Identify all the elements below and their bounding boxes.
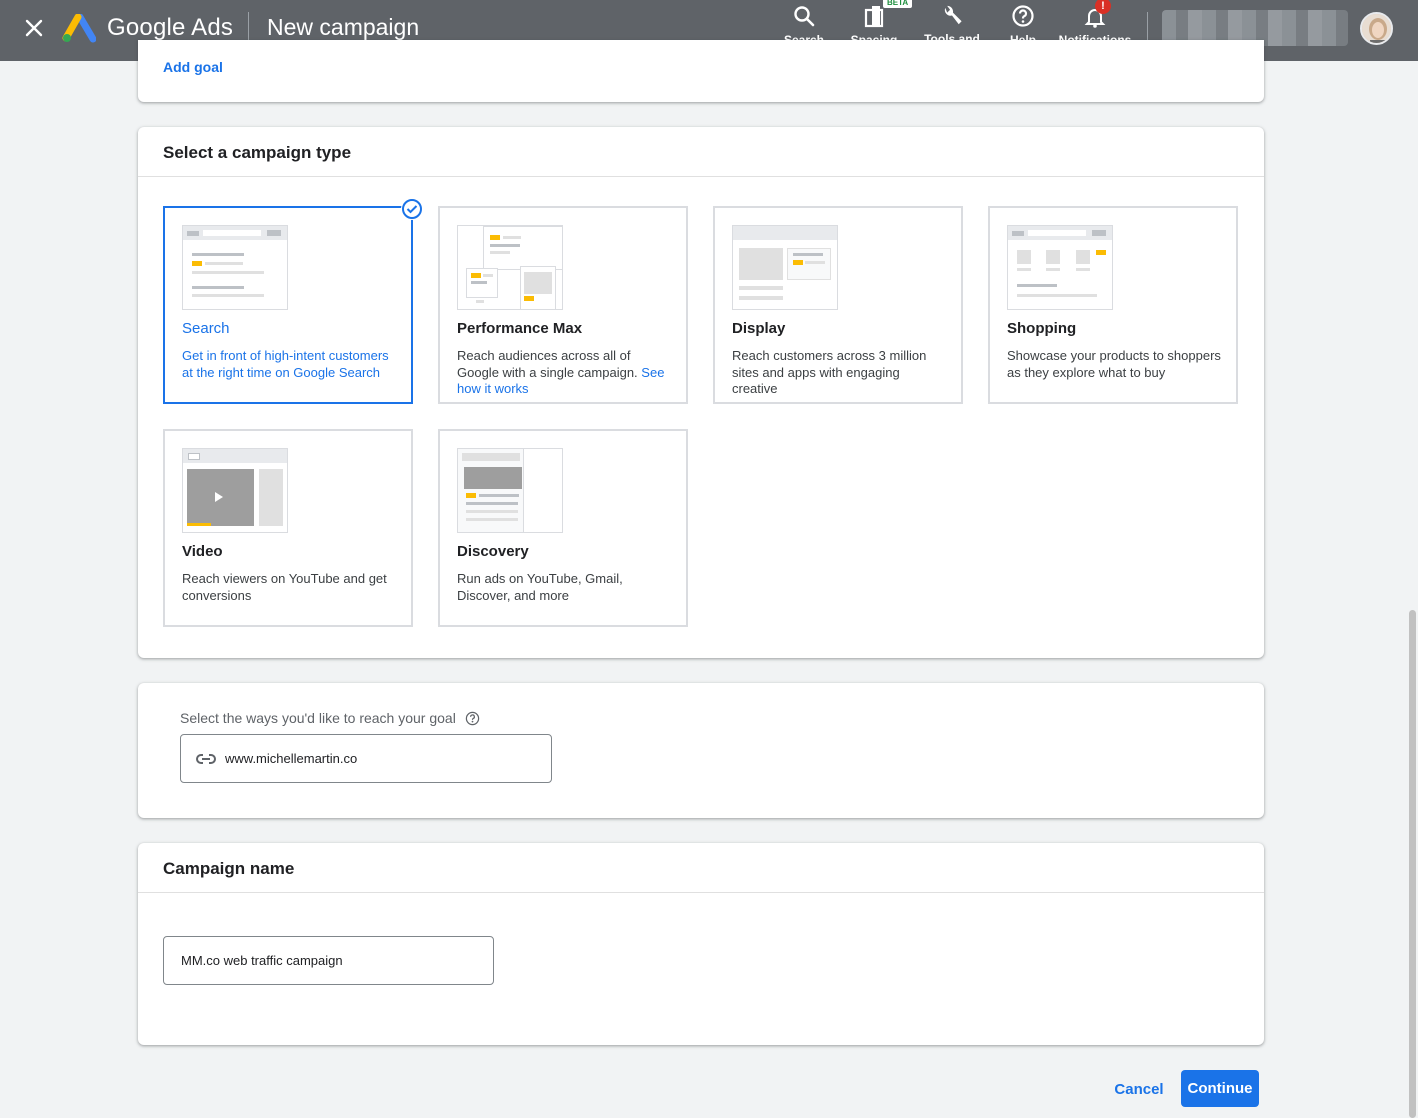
scrollbar-thumb[interactable]: [1409, 610, 1416, 1118]
shopping-thumbnail: [1007, 225, 1113, 310]
search-thumbnail: [182, 225, 288, 310]
performance-max-thumbnail: [457, 225, 563, 310]
spacing-icon: [864, 6, 884, 28]
add-goal-link[interactable]: Add goal: [163, 59, 223, 75]
wrench-icon: [944, 5, 962, 25]
display-title: Display: [732, 320, 786, 337]
discovery-description: Run ads on YouTube, Gmail, Discover, and…: [457, 571, 623, 603]
check-circle-icon: [401, 198, 423, 220]
website-input-value: www.michellemartin.co: [225, 751, 358, 766]
reach-goal-card: Select the ways you'd like to reach your…: [138, 683, 1264, 818]
discovery-thumbnail: [457, 448, 563, 533]
campaign-type-performance-max[interactable]: Performance Max Reach audiences across a…: [438, 206, 688, 404]
close-icon[interactable]: [22, 16, 46, 40]
campaign-name-input[interactable]: MM.co web traffic campaign: [163, 936, 494, 985]
campaign-type-heading: Select a campaign type: [138, 127, 1264, 177]
goal-card: Add goal: [138, 40, 1264, 102]
video-description: Reach viewers on YouTube and get convers…: [182, 571, 387, 603]
performance-max-title: Performance Max: [457, 320, 583, 337]
video-title: Video: [182, 543, 223, 560]
notification-badge: !: [1095, 0, 1111, 14]
continue-button[interactable]: Continue: [1181, 1070, 1259, 1107]
campaign-type-display[interactable]: Display Reach customers across 3 million…: [713, 206, 963, 404]
performance-max-description: Reach audiences across all of Google wit…: [457, 348, 672, 398]
search-description: Get in front of high-intent customers at…: [182, 348, 389, 380]
bell-icon-wrap: !: [1082, 0, 1111, 30]
campaign-name-value: MM.co web traffic campaign: [181, 953, 343, 968]
avatar-image: [1362, 14, 1391, 43]
campaign-type-discovery[interactable]: Discovery Run ads on YouTube, Gmail, Dis…: [438, 429, 688, 627]
campaign-type-search[interactable]: Search Get in front of high-intent custo…: [163, 198, 423, 404]
performance-max-desc-text: Reach audiences across all of Google wit…: [457, 348, 638, 380]
help-icon: [1012, 5, 1034, 27]
video-thumbnail: [182, 448, 288, 533]
reach-goal-label-row: Select the ways you'd like to reach your…: [180, 710, 480, 726]
discovery-title: Discovery: [457, 543, 529, 560]
shopping-description: Showcase your products to shoppers as th…: [1007, 348, 1221, 380]
reach-goal-label: Select the ways you'd like to reach your…: [180, 710, 456, 726]
spacing-icon-wrap: BETA: [861, 0, 913, 30]
cancel-button[interactable]: Cancel: [1108, 1073, 1170, 1105]
campaign-type-shopping[interactable]: Shopping Showcase your products to shopp…: [988, 206, 1238, 404]
brand-name: Google Ads: [107, 14, 234, 41]
help-circle-icon[interactable]: [465, 711, 480, 726]
page-title: New campaign: [267, 14, 420, 40]
campaign-type-video[interactable]: Video Reach viewers on YouTube and get c…: [163, 429, 413, 627]
shopping-title: Shopping: [1007, 320, 1077, 337]
avatar[interactable]: [1360, 12, 1393, 45]
beta-badge: BETA: [883, 0, 913, 8]
display-thumbnail: [732, 225, 838, 310]
campaign-name-heading: Campaign name: [138, 843, 1264, 893]
search-icon: [794, 6, 815, 27]
campaign-type-card: Select a campaign type Search Get in fro…: [138, 127, 1264, 658]
play-icon: [215, 492, 223, 502]
website-input[interactable]: www.michellemartin.co: [180, 734, 552, 783]
campaign-name-card: Campaign name MM.co web traffic campaign: [138, 843, 1264, 1045]
display-description: Reach customers across 3 million sites a…: [732, 348, 927, 396]
google-ads-logo: [62, 14, 96, 43]
search-title: Search: [182, 320, 230, 337]
link-icon: [196, 753, 216, 764]
